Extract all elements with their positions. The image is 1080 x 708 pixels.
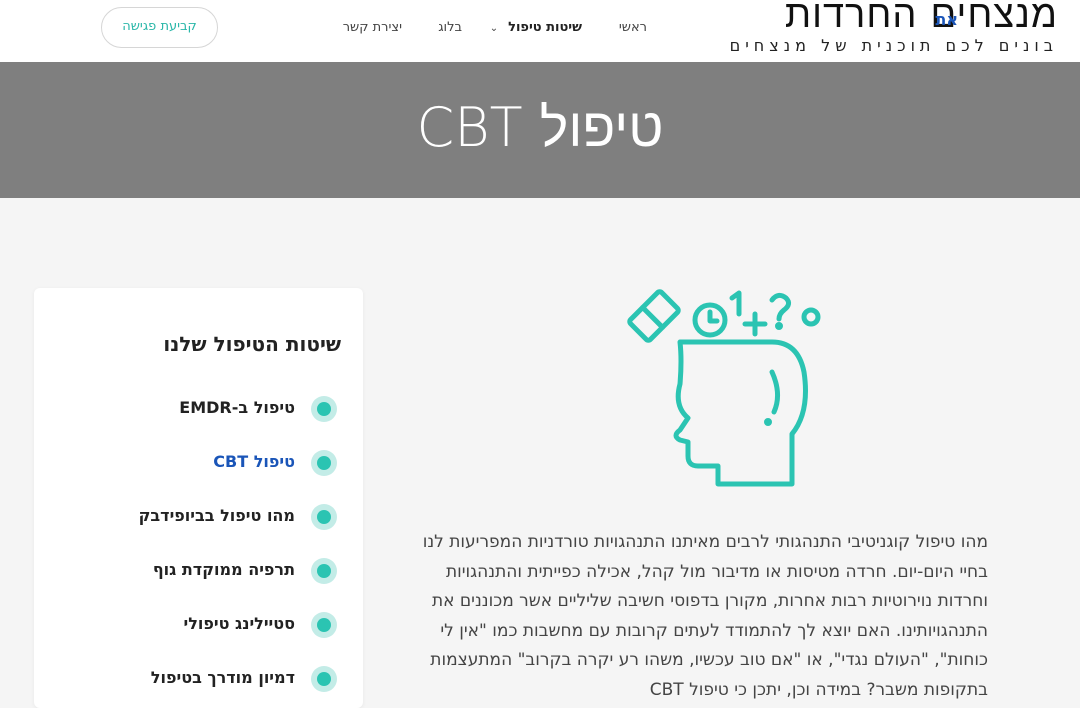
nav-item-treatment-methods-label: שיטות טיפול [508, 20, 582, 35]
book-meeting-button[interactable]: קביעת פגישה [101, 7, 218, 48]
bullet-icon [311, 612, 337, 638]
nav-item-blog[interactable]: בלוג [438, 20, 462, 42]
content-paragraph: מהו טיפול קוגניטיבי התנהגותי לרבים מאיתנ… [422, 532, 988, 700]
logo-accent-text: את [935, 10, 958, 29]
sidebar-item-label: מהו טיפול בביופידבק [138, 506, 295, 525]
sidebar-item-emdr[interactable]: טיפול ב-EMDR [77, 394, 337, 424]
sidebar-item-cbt[interactable]: טיפול CBT [77, 448, 337, 478]
nav-item-contact[interactable]: יצירת קשר [343, 20, 402, 42]
bullet-icon [311, 396, 337, 422]
site-logo[interactable]: מנצחים החרדות את בונים לכם תוכנית של מנצ… [728, 0, 1058, 62]
treatment-methods-card: שיטות הטיפול שלנו טיפול ב-EMDR טיפול CBT… [34, 288, 363, 708]
sidebar-item-body-focused[interactable]: תרפיה ממוקדת גוף [77, 556, 337, 586]
head-thoughts-icon [622, 284, 832, 490]
nav-item-home[interactable]: ראשי [619, 20, 647, 42]
hero-banner: טיפול CBT [0, 62, 1080, 198]
bullet-icon [311, 450, 337, 476]
nav-item-treatment-methods[interactable]: שיטות טיפול ⌄ [490, 20, 582, 42]
card-title: שיטות הטיפול שלנו [163, 332, 341, 356]
sidebar-item-biofeedback[interactable]: מהו טיפול בביופידבק [77, 502, 337, 532]
sidebar-item-label: טיפול CBT [213, 452, 295, 471]
bullet-icon [311, 558, 337, 584]
sidebar-item-styling[interactable]: סטיילינג טיפולי [77, 610, 337, 640]
site-header: מנצחים החרדות את בונים לכם תוכנית של מנצ… [0, 0, 1080, 62]
page-title: טיפול CBT [416, 96, 664, 159]
logo-tagline: בונים לכם תוכנית של מנצחים [729, 36, 1058, 55]
logo-main-text: מנצחים החרדות [784, 0, 1058, 36]
sidebar-item-label: סטיילינג טיפולי [183, 614, 295, 633]
sidebar-item-guided-imagery[interactable]: דמיון מודרך בטיפול [77, 664, 337, 694]
sidebar-item-label: טיפול ב-EMDR [179, 398, 295, 417]
sidebar-item-label: דמיון מודרך בטיפול [150, 668, 295, 687]
chevron-down-icon: ⌄ [489, 23, 499, 34]
bullet-icon [311, 504, 337, 530]
bullet-icon [311, 666, 337, 692]
sidebar-item-label: תרפיה ממוקדת גוף [152, 560, 295, 579]
